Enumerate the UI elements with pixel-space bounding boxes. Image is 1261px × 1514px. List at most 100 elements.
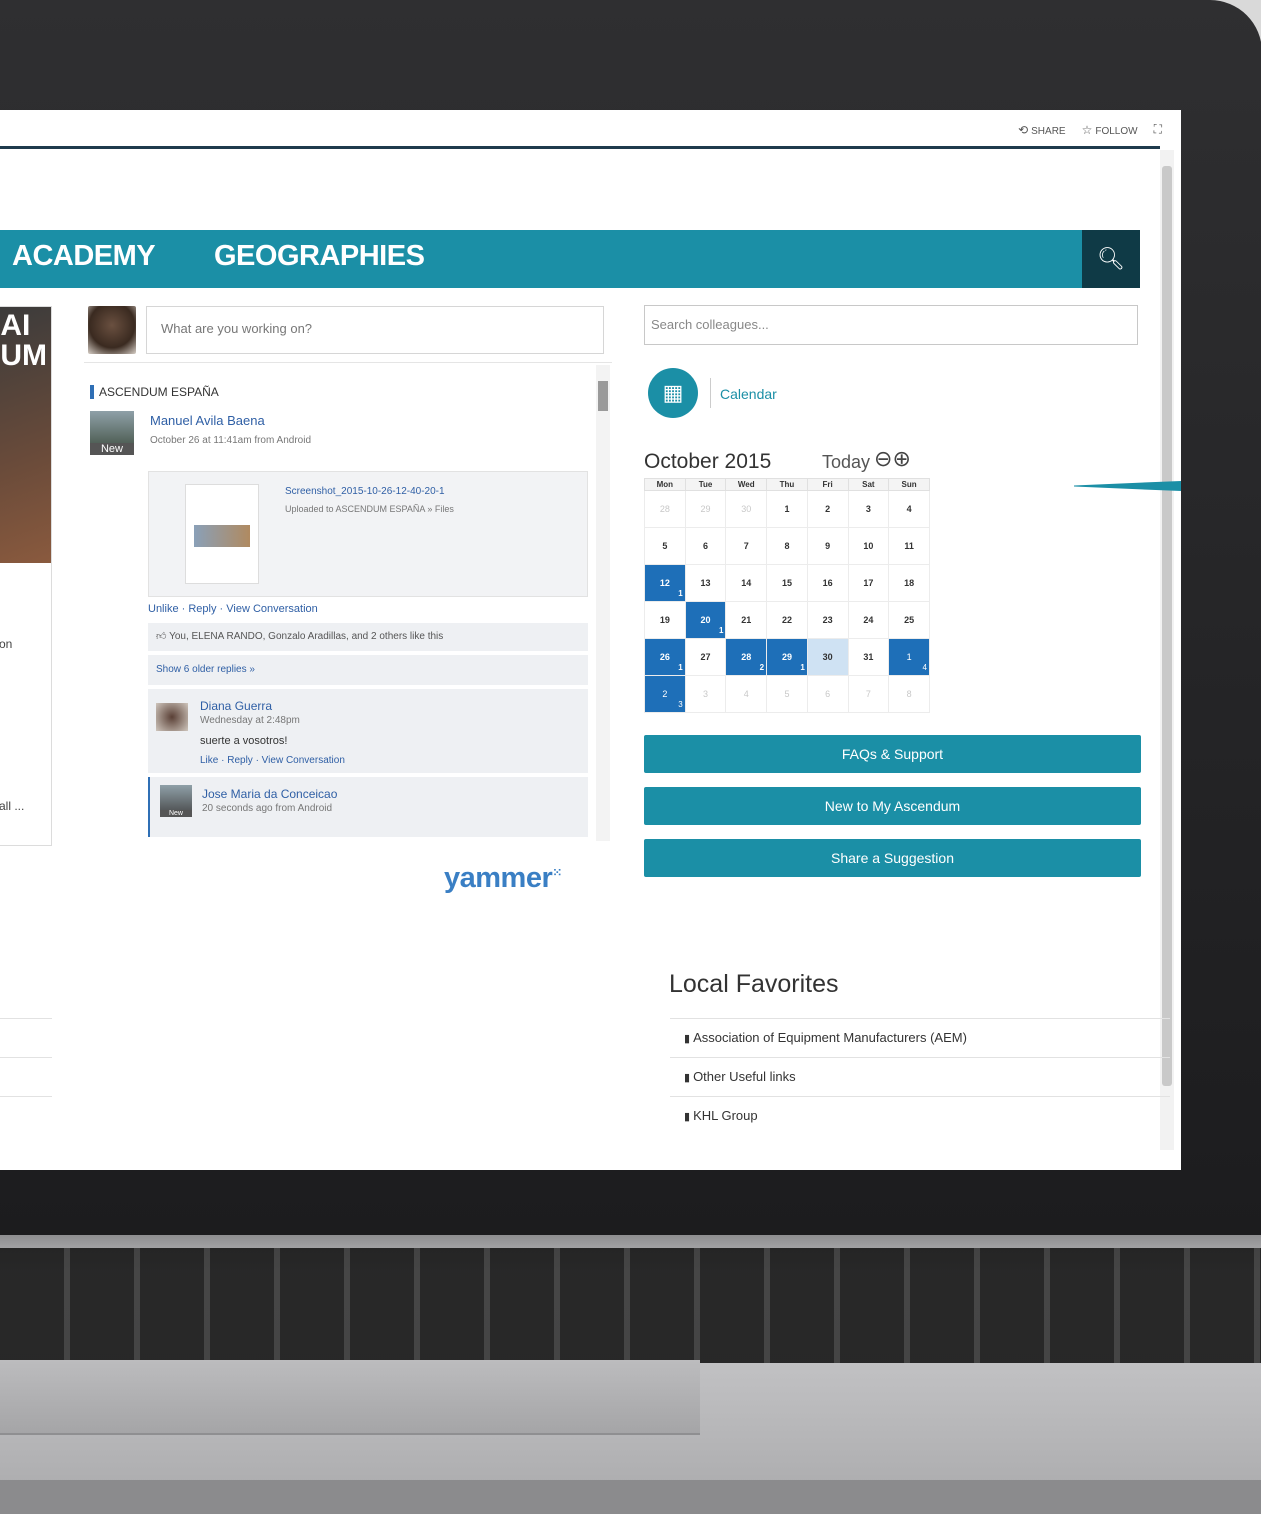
nav-item-geographies[interactable]: GEOGRAPHIES <box>214 240 425 273</box>
reply-author[interactable]: Jose Maria da Conceicao <box>202 787 337 801</box>
post-likes: 👍︎ You, ELENA RANDO, Gonzalo Aradillas, … <box>148 623 588 651</box>
calendar-day[interactable]: 30 <box>725 490 768 528</box>
reply-item: New Jose Maria da Conceicao 20 seconds a… <box>148 777 588 837</box>
calendar-day[interactable]: 30 <box>806 638 849 676</box>
calendar-day-number: 16 <box>822 578 833 588</box>
calendar-day[interactable]: 10 <box>847 527 890 565</box>
left-list-row <box>0 1057 52 1096</box>
calendar-day[interactable]: 17 <box>847 564 890 602</box>
calendar-day[interactable]: 31 <box>847 638 890 676</box>
calendar-link[interactable]: Calendar <box>720 386 777 402</box>
calendar-day[interactable]: 21 <box>725 601 768 639</box>
news-read-more[interactable]: all ... <box>0 799 24 813</box>
calendar-day[interactable]: 2 <box>806 490 849 528</box>
calendar-divider <box>710 378 711 408</box>
calendar-event-count: 4 <box>922 663 927 672</box>
calendar-day[interactable]: 7 <box>725 527 768 565</box>
prev-month-icon[interactable]: ⊖ <box>874 446 892 471</box>
calendar-day[interactable]: 26 1 <box>644 638 686 676</box>
calendar-day[interactable]: 23 <box>644 675 686 713</box>
next-month-icon[interactable]: ⊕ <box>892 446 910 471</box>
share-action[interactable]: ⟲ SHARE <box>1018 123 1066 137</box>
calendar-day[interactable]: 19 <box>644 601 686 639</box>
focus-mode-button[interactable]: ⛶ <box>1154 122 1165 137</box>
calendar-day-number: 23 <box>822 615 833 625</box>
calendar-day[interactable]: 6 <box>684 527 727 565</box>
reply-meta: 20 seconds ago from Android <box>202 803 333 814</box>
calendar-day[interactable]: 12 1 <box>644 564 686 602</box>
page-scroll-thumb[interactable] <box>1162 166 1172 1086</box>
calendar-day-number: 25 <box>904 615 915 625</box>
calendar-day-number: 5 <box>784 689 790 699</box>
calendar-day[interactable]: 6 <box>806 675 849 713</box>
calendar-day[interactable]: 25 <box>888 601 930 639</box>
calendar-day[interactable]: 27 <box>684 638 727 676</box>
reply-actions[interactable]: Like · Reply · View Conversation <box>200 755 345 766</box>
calendar-day[interactable]: 24 <box>847 601 890 639</box>
calendar-day[interactable]: 18 <box>888 564 930 602</box>
calendar-day[interactable]: 3 <box>684 675 727 713</box>
feed-scrollbar[interactable] <box>596 365 610 841</box>
calendar-day[interactable]: 1 <box>766 490 808 528</box>
calendar-day[interactable]: 4 <box>725 675 768 713</box>
bookmark-icon: ▮ <box>684 1033 691 1045</box>
calendar-day-number: 6 <box>703 541 709 551</box>
calendar-day-number: 1 <box>784 504 790 514</box>
favorite-item-aem[interactable]: ▮ Association of Equipment Manufacturers … <box>670 1018 1170 1057</box>
calendar-day[interactable]: 15 <box>766 564 808 602</box>
calendar-day[interactable]: 11 <box>888 527 930 565</box>
page-scrollbar[interactable] <box>1160 150 1174 1150</box>
calendar-icon[interactable]: ▦ <box>648 368 698 418</box>
calendar-day[interactable]: 5 <box>644 527 686 565</box>
news-card[interactable]: AI UM on all ... <box>0 306 52 846</box>
show-older-replies-link[interactable]: Show 6 older replies » <box>148 655 588 685</box>
reply-author[interactable]: Diana Guerra <box>200 699 272 713</box>
calendar-day[interactable]: 20 1 <box>684 601 727 639</box>
colleague-search-input[interactable]: Search colleagues... <box>644 305 1138 345</box>
favorite-item-khl[interactable]: ▮ KHL Group <box>670 1096 1170 1135</box>
calendar-day-number: 21 <box>741 615 752 625</box>
post-author[interactable]: Manuel Avila Baena <box>150 413 265 428</box>
calendar-day[interactable]: 14 <box>888 638 930 676</box>
calendar-day-number: 8 <box>906 689 912 699</box>
calendar-day-number: 4 <box>906 504 912 514</box>
calendar-day[interactable]: 22 <box>766 601 808 639</box>
page-actions: ⟲ SHARE ☆ FOLLOW ⛶ <box>1018 122 1165 137</box>
calendar-day[interactable]: 23 <box>806 601 849 639</box>
calendar-day[interactable]: 28 2 <box>725 638 768 676</box>
calendar-day[interactable]: 4 <box>888 490 930 528</box>
calendar-day[interactable]: 9 <box>806 527 849 565</box>
calendar-day[interactable]: 29 <box>684 490 727 528</box>
group-heading[interactable]: ASCENDUM ESPAÑA <box>90 385 219 399</box>
calendar-day-number: 17 <box>863 578 874 588</box>
calendar-day-number: 30 <box>741 504 752 514</box>
calendar-day-number: 29 <box>700 504 711 514</box>
nav-item-academy[interactable]: ACADEMY <box>12 240 156 273</box>
calendar-day[interactable]: 5 <box>766 675 808 713</box>
reply-meta: Wednesday at 2:48pm <box>200 715 300 726</box>
calendar-day[interactable]: 13 <box>684 564 727 602</box>
calendar-today-button[interactable]: Today <box>822 452 870 473</box>
nav-search-button[interactable]: 🔍︎ <box>1082 230 1140 288</box>
feed-scroll-thumb[interactable] <box>598 381 608 411</box>
calendar-day[interactable]: 16 <box>806 564 849 602</box>
calendar-weekdays: Mon Tue Wed Thu Fri Sat Sun <box>644 478 930 491</box>
calendar-day[interactable]: 8 <box>888 675 930 713</box>
calendar-day[interactable]: 7 <box>847 675 890 713</box>
calendar-event-count: 1 <box>718 626 724 635</box>
favorite-item-useful-links[interactable]: ▮ Other Useful links <box>670 1057 1170 1096</box>
calendar-day[interactable]: 8 <box>766 527 808 565</box>
share-suggestion-button[interactable]: Share a Suggestion <box>644 839 1141 877</box>
calendar-day[interactable]: 14 <box>725 564 768 602</box>
attachment-name[interactable]: Screenshot_2015-10-26-12-40-20-1 <box>285 486 445 497</box>
calendar-day[interactable]: 3 <box>847 490 890 528</box>
calendar-day[interactable]: 29 1 <box>766 638 808 676</box>
faqs-support-button[interactable]: FAQs & Support <box>644 735 1141 773</box>
yammer-composer-input[interactable]: What are you working on? <box>146 306 604 354</box>
calendar-day-number: 6 <box>825 689 831 699</box>
post-attachment[interactable]: Screenshot_2015-10-26-12-40-20-1 Uploade… <box>148 471 588 597</box>
new-to-my-ascendum-button[interactable]: New to My Ascendum <box>644 787 1141 825</box>
post-actions[interactable]: Unlike · Reply · View Conversation <box>148 603 318 615</box>
calendar-day[interactable]: 28 <box>644 490 686 528</box>
follow-action[interactable]: ☆ FOLLOW <box>1082 123 1138 137</box>
